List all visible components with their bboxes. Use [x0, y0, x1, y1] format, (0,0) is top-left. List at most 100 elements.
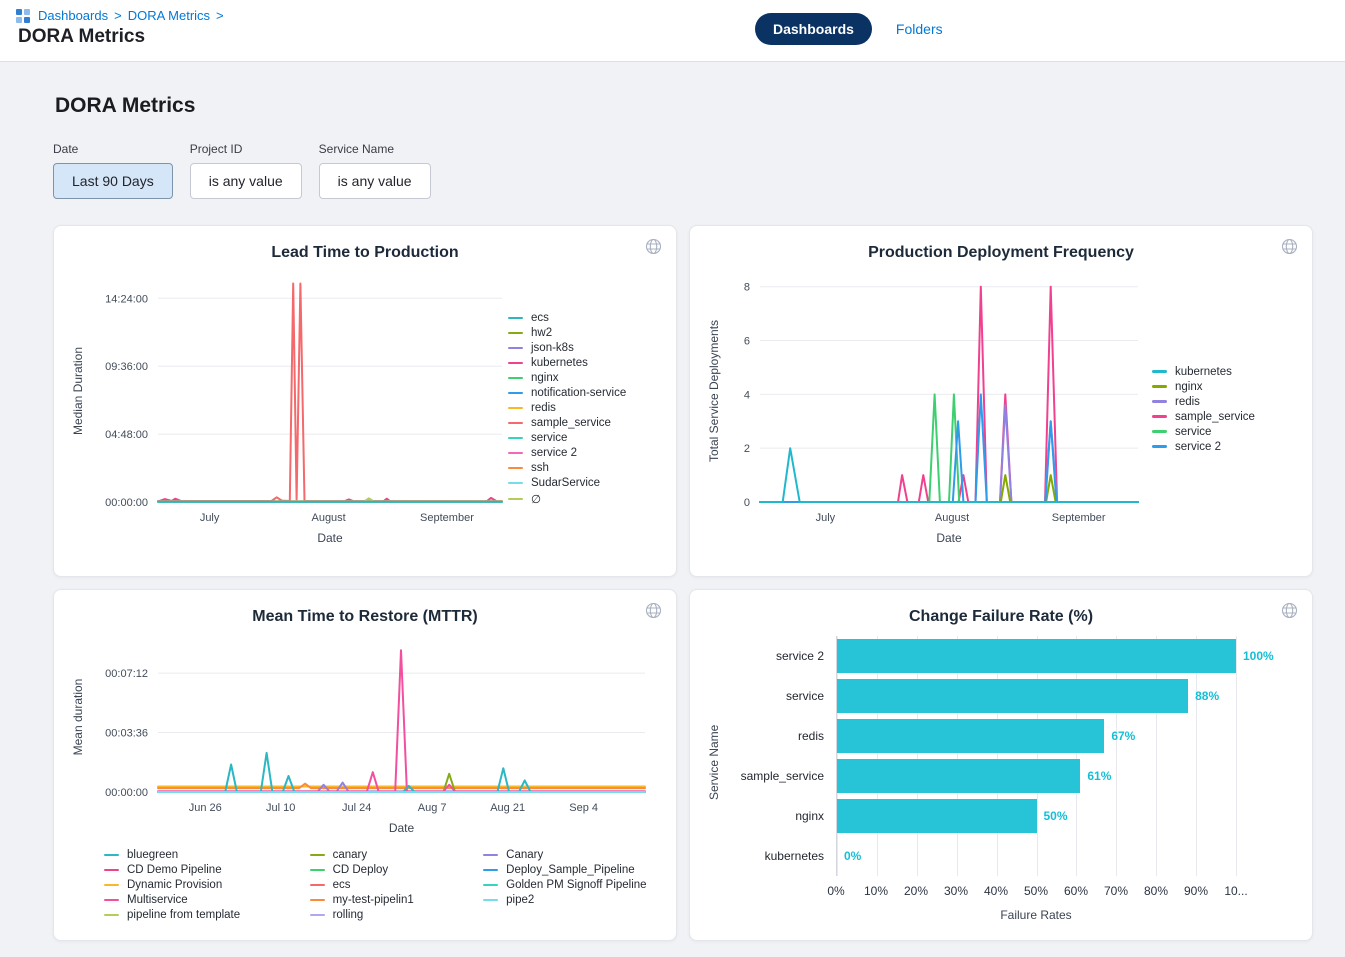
x-tick-label: 10% — [864, 884, 888, 898]
deployment-frequency-chart[interactable]: 02468JulyAugustSeptemberDateTotal Servic… — [704, 264, 1152, 554]
legend-label: service — [1175, 426, 1211, 438]
breadcrumb-separator: > — [216, 8, 224, 23]
legend-label: Canary — [506, 849, 543, 861]
legend-label: CD Demo Pipeline — [127, 864, 222, 876]
mttr-legend: bluegreen CD Demo Pipeline Dynamic Provisi… — [104, 849, 662, 921]
filter-project-id-value-button[interactable]: is any value — [190, 163, 302, 199]
legend-item[interactable]: sample_service — [508, 417, 626, 429]
legend-swatch — [1152, 400, 1167, 403]
legend-swatch — [1152, 430, 1167, 433]
legend-item[interactable]: ssh — [508, 462, 626, 474]
legend-item[interactable]: json-k8s — [508, 342, 626, 354]
breadcrumb-separator: > — [114, 8, 122, 23]
legend-swatch — [310, 869, 325, 872]
chart-title: Change Failure Rate (%) — [704, 608, 1298, 626]
breadcrumb-dora-metrics-link[interactable]: DORA Metrics — [128, 8, 210, 23]
legend-swatch — [508, 498, 523, 501]
breadcrumb: Dashboards > DORA Metrics > — [16, 8, 1325, 23]
top-bar: Dashboards > DORA Metrics > DORA Metrics… — [0, 0, 1345, 62]
svg-text:00:03:36: 00:03:36 — [105, 728, 148, 740]
tile-mean-time-to-restore: Mean Time to Restore (MTTR) 00:00:0000:0… — [53, 589, 677, 941]
legend-label: hw2 — [531, 327, 552, 339]
bar-value-label: 67% — [1111, 729, 1135, 743]
legend-item[interactable]: redis — [1152, 396, 1255, 408]
legend-item[interactable]: redis — [508, 402, 626, 414]
failure-rate-bar[interactable] — [837, 799, 1037, 833]
mttr-chart[interactable]: 00:00:0000:03:3600:07:12Jun 26Jul 10Jul … — [68, 628, 663, 840]
legend-swatch — [1152, 445, 1167, 448]
legend-label: nginx — [1175, 381, 1203, 393]
legend-item[interactable]: service — [1152, 426, 1255, 438]
globe-icon — [1281, 238, 1298, 255]
legend-item[interactable]: CD Demo Pipeline — [104, 864, 256, 876]
legend-item[interactable]: canary — [310, 849, 430, 861]
filter-service-name-value-button[interactable]: is any value — [319, 163, 431, 199]
breadcrumb-dashboards-link[interactable]: Dashboards — [38, 8, 108, 23]
x-tick-label: 20% — [904, 884, 928, 898]
legend-item[interactable]: notification-service — [508, 387, 626, 399]
svg-text:Date: Date — [317, 531, 343, 545]
globe-icon — [1281, 602, 1298, 619]
legend-item[interactable]: ecs — [310, 879, 430, 891]
bar-value-label: 50% — [1044, 809, 1068, 823]
legend-item[interactable]: ecs — [508, 312, 626, 324]
dashboard-title: DORA Metrics — [55, 94, 1313, 118]
legend-item[interactable]: sample_service — [1152, 411, 1255, 423]
legend-label: Dynamic Provision — [127, 879, 222, 891]
legend-item[interactable]: rolling — [310, 909, 430, 921]
legend-swatch — [508, 407, 523, 410]
legend-item[interactable]: Multiservice — [104, 894, 256, 906]
legend-item[interactable]: Golden PM Signoff Pipeline — [483, 879, 662, 891]
filter-date-value-button[interactable]: Last 90 Days — [53, 163, 173, 199]
legend-item[interactable]: service — [508, 432, 626, 444]
legend-item[interactable]: pipeline from template — [104, 909, 256, 921]
legend-label: SudarService — [531, 477, 600, 489]
failure-rate-bar[interactable] — [837, 639, 1236, 673]
legend-item[interactable]: kubernetes — [508, 357, 626, 369]
legend-label: nginx — [531, 372, 559, 384]
legend-item[interactable]: ∅ — [508, 492, 626, 506]
legend-item[interactable]: nginx — [1152, 381, 1255, 393]
svg-text:August: August — [935, 512, 969, 524]
legend-item[interactable]: SudarService — [508, 477, 626, 489]
legend-item[interactable]: kubernetes — [1152, 366, 1255, 378]
failure-rate-bar[interactable] — [837, 719, 1104, 753]
legend-item[interactable]: Canary — [483, 849, 662, 861]
legend-swatch — [104, 899, 119, 902]
legend-swatch — [508, 362, 523, 365]
legend-item[interactable]: bluegreen — [104, 849, 256, 861]
legend-swatch — [508, 347, 523, 350]
failure-rate-chart: Service Name service 2serviceredissample… — [704, 636, 1298, 922]
tab-folders[interactable]: Folders — [896, 21, 943, 37]
legend-label: rolling — [333, 909, 364, 921]
view-toggle: Dashboards Folders — [755, 13, 943, 45]
legend-item[interactable]: my-test-pipelin1 — [310, 894, 430, 906]
failure-rate-x-ticks: 0%10%20%30%40%50%60%70%80%90%10... — [836, 884, 1236, 900]
legend-label: redis — [531, 402, 556, 414]
tiles-grid: Lead Time to Production 00:00:0004:48:00… — [53, 225, 1313, 941]
bar-category-label: sample_service — [724, 756, 836, 796]
legend-swatch — [483, 899, 498, 902]
legend-item[interactable]: Dynamic Provision — [104, 879, 256, 891]
legend-item[interactable]: pipe2 — [483, 894, 662, 906]
legend-item[interactable]: service 2 — [508, 447, 626, 459]
bar-category-label: service 2 — [724, 636, 836, 676]
legend-label: pipe2 — [506, 894, 534, 906]
legend-item[interactable]: nginx — [508, 372, 626, 384]
tab-dashboards[interactable]: Dashboards — [755, 13, 872, 45]
x-tick-label: 10... — [1224, 884, 1247, 898]
legend-swatch — [508, 452, 523, 455]
legend-item[interactable]: CD Deploy — [310, 864, 430, 876]
legend-item[interactable]: Deploy_Sample_Pipeline — [483, 864, 662, 876]
legend-swatch — [508, 332, 523, 335]
legend-swatch — [508, 392, 523, 395]
legend-item[interactable]: hw2 — [508, 327, 626, 339]
deployment-frequency-legend: kubernetes nginx redis sample_serviceservic… — [1152, 366, 1255, 453]
legend-item[interactable]: service 2 — [1152, 441, 1255, 453]
failure-rate-bar[interactable] — [837, 759, 1080, 793]
legend-label: ecs — [531, 312, 549, 324]
lead-time-chart[interactable]: 00:00:0004:48:0009:36:0014:24:00JulyAugu… — [68, 264, 508, 554]
legend-label: pipeline from template — [127, 909, 240, 921]
failure-rate-bar[interactable] — [837, 679, 1188, 713]
legend-swatch — [1152, 415, 1167, 418]
